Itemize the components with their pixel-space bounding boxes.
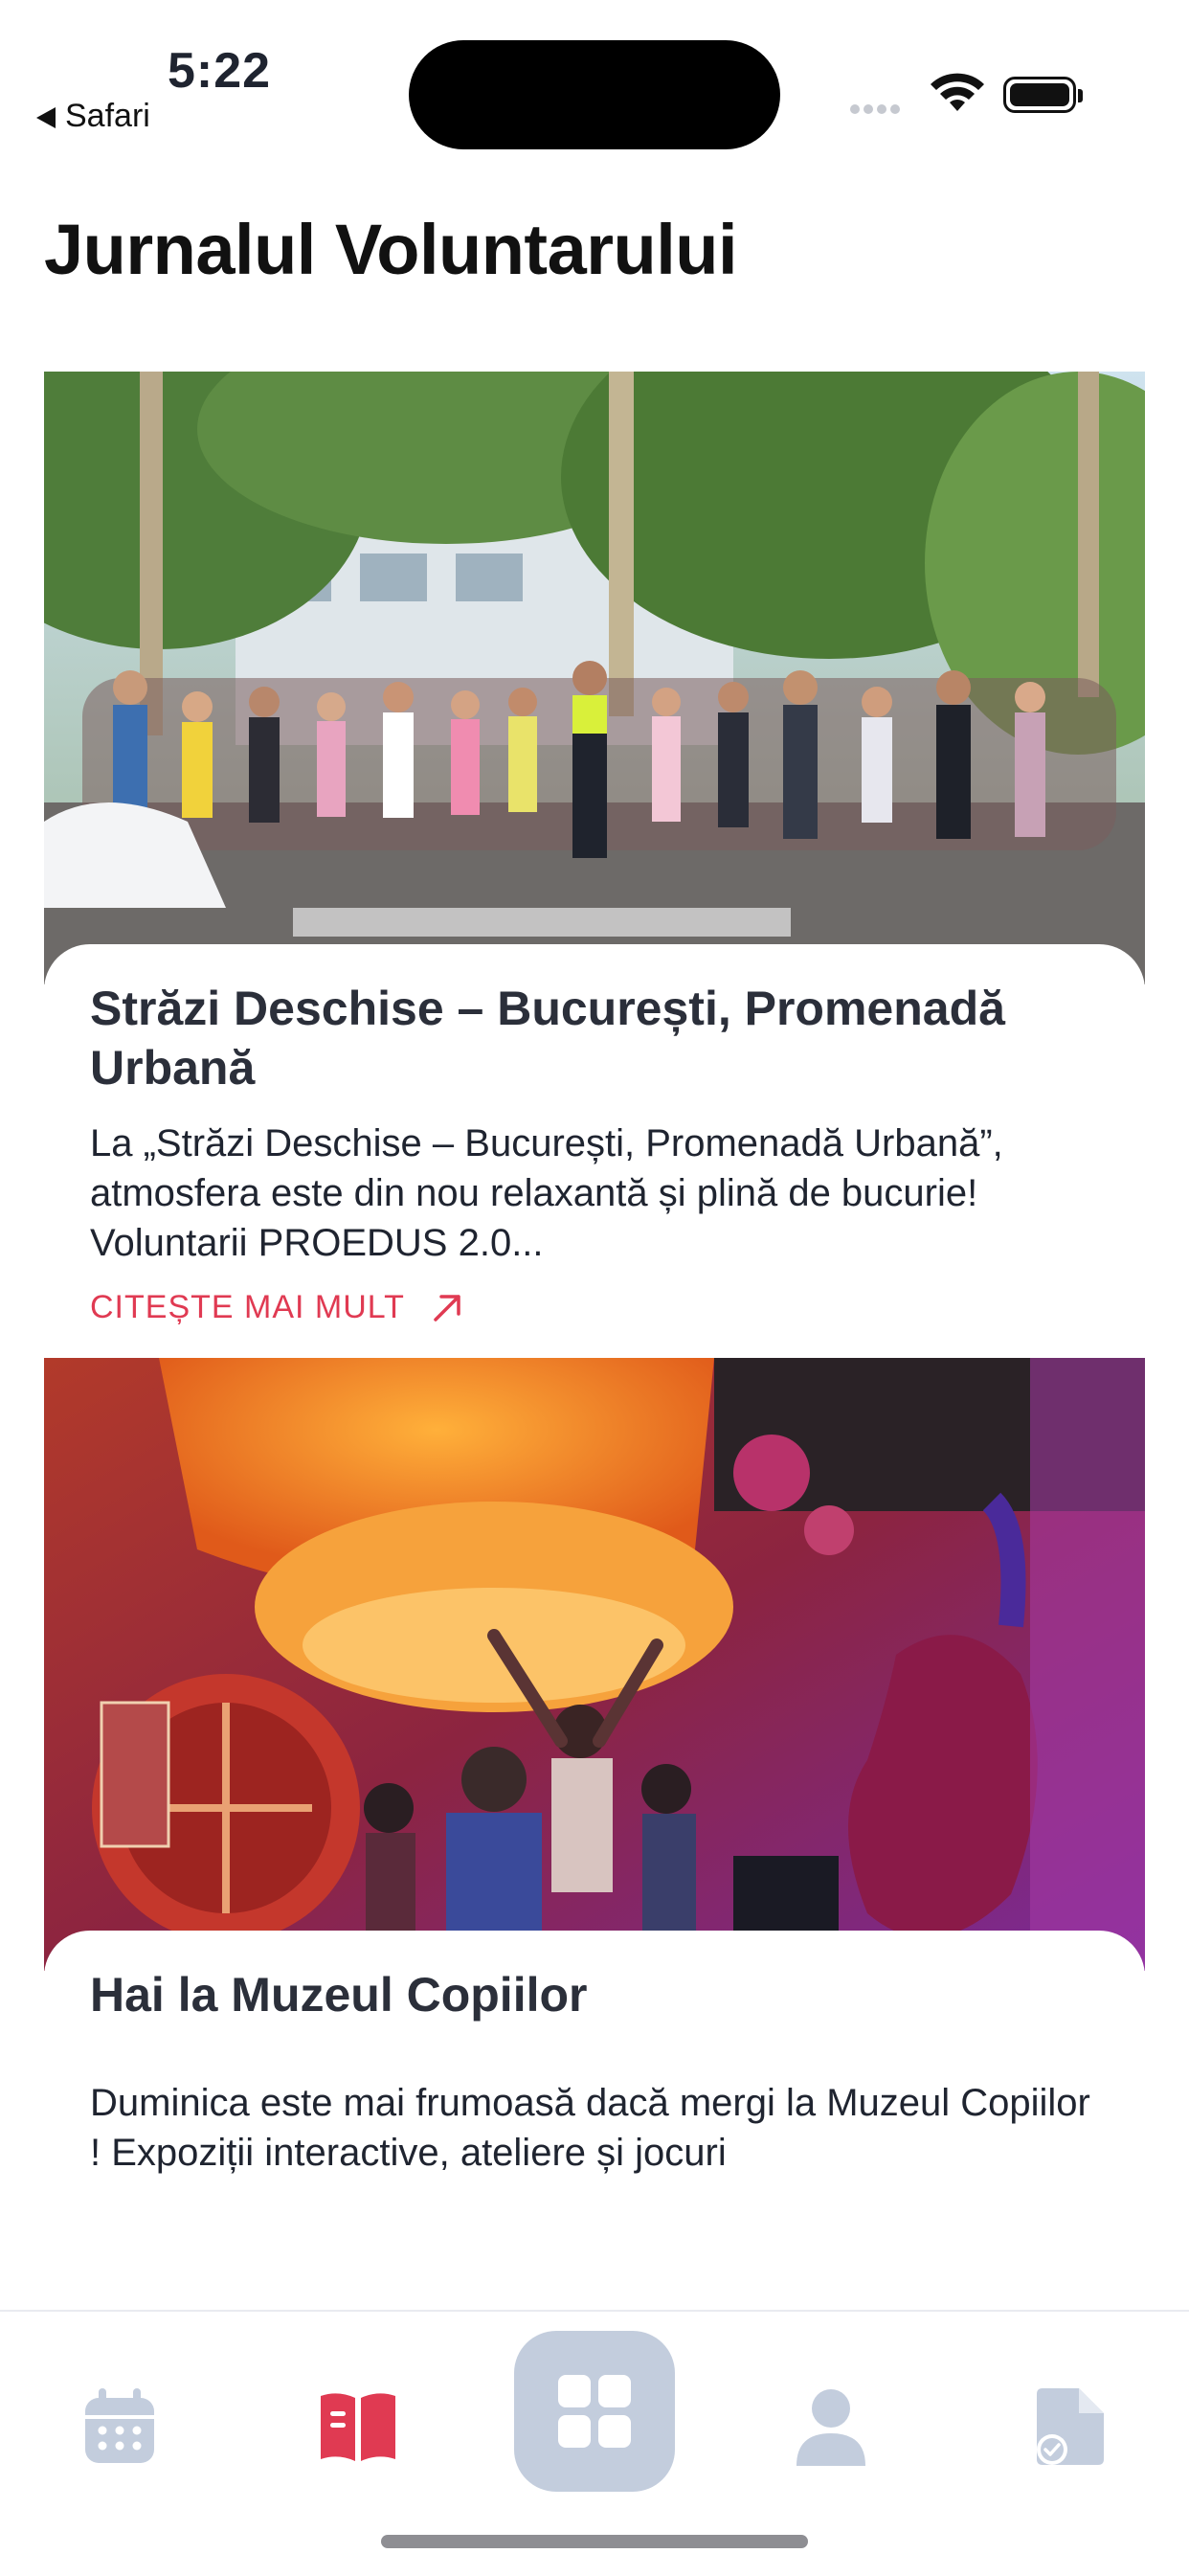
status-bar: 5:22 Safari <box>0 0 1189 149</box>
book-open-icon <box>321 2393 395 2461</box>
article-title[interactable]: Hai la Muzeul Copiilor <box>90 1965 1099 2024</box>
article-card[interactable]: Străzi Deschise – București, Promenadă U… <box>44 372 1145 1331</box>
battery-icon <box>1003 77 1083 113</box>
nav-documents-button[interactable] <box>1022 2379 1118 2474</box>
article-excerpt: La „Străzi Deschise – București, Promena… <box>90 1122 1003 1264</box>
back-triangle-icon <box>36 107 56 129</box>
street-event-photo[interactable] <box>44 372 1145 984</box>
children-museum-photo[interactable] <box>44 1358 1145 1971</box>
article-title[interactable]: Străzi Deschise – București, Promenadă U… <box>90 979 1099 1097</box>
nav-calendar-button[interactable] <box>72 2379 168 2474</box>
back-to-safari-link[interactable]: Safari <box>36 98 150 135</box>
nav-dashboard-button[interactable] <box>514 2331 675 2492</box>
page-title: Jurnalul Voluntarului <box>44 210 738 289</box>
document-check-icon <box>1037 2388 1104 2465</box>
article-card-body: Străzi Deschise – București, Promenadă U… <box>44 944 1145 1326</box>
read-more-link[interactable]: CITEȘTE MAI MULT <box>90 1289 464 1326</box>
article-excerpt: Duminica este mai frumoasă dacă mergi la… <box>90 2082 1090 2174</box>
grid-icon <box>558 2375 631 2448</box>
nav-journal-button[interactable] <box>310 2379 406 2474</box>
arrow-up-right-icon <box>434 1294 460 1322</box>
back-app-label: Safari <box>65 98 150 134</box>
home-indicator[interactable] <box>381 2535 808 2548</box>
street-event-illustration <box>44 372 1145 984</box>
nav-profile-button[interactable] <box>783 2379 879 2474</box>
status-time: 5:22 <box>168 43 272 99</box>
wifi-icon <box>931 73 984 111</box>
calendar-icon <box>85 2388 154 2463</box>
user-icon <box>796 2389 865 2466</box>
read-more-label: CITEȘTE MAI MULT <box>90 1289 405 1325</box>
museum-illustration <box>44 1358 1145 1971</box>
article-card[interactable]: Hai la Muzeul Copiilor Duminica este mai… <box>44 1358 1145 2310</box>
article-card-body: Hai la Muzeul Copiilor Duminica este mai… <box>44 1931 1145 2178</box>
cellular-signal-icon <box>850 102 913 115</box>
dynamic-island <box>409 40 780 149</box>
